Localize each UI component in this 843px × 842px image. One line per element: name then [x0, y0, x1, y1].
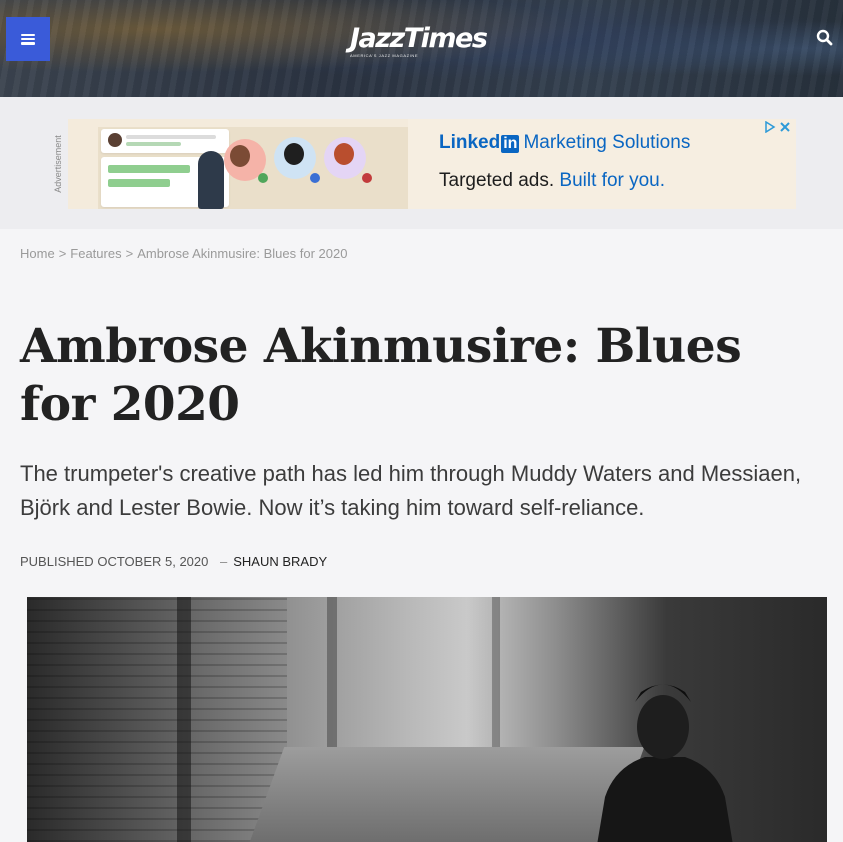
ad-side-label: Advertisement	[52, 135, 63, 193]
hamburger-icon	[21, 33, 35, 45]
logo-tagline: AMERICA'S JAZZ MAGAZINE	[350, 53, 419, 58]
article-title: Ambrose Akinmusire: Blues for 2020	[20, 319, 742, 432]
ad-choices-icon[interactable]	[764, 120, 792, 134]
published-label: PUBLISHED	[20, 554, 94, 569]
logo-wordmark: JazzTimes	[350, 23, 488, 54]
published-date: OCTOBER 5, 2020	[97, 554, 209, 569]
site-header: JazzTimes AMERICA'S JAZZ MAGAZINE	[0, 0, 843, 97]
site-logo[interactable]: JazzTimes AMERICA'S JAZZ MAGAZINE	[350, 23, 488, 59]
ad-choices[interactable]	[764, 120, 792, 136]
hero-photo	[27, 597, 827, 842]
linkedin-logo-icon: in	[501, 135, 520, 153]
ad-illustration	[98, 127, 408, 209]
breadcrumb-home[interactable]: Home	[20, 246, 55, 261]
search-icon	[816, 29, 833, 46]
author-link[interactable]: SHAUN BRADY	[233, 554, 327, 569]
breadcrumb: Home > Features > Ambrose Akinmusire: Blues …	[20, 246, 348, 261]
musician-figure	[597, 684, 733, 842]
breadcrumb-features[interactable]: Features	[70, 246, 121, 261]
article-dek: The trumpeter's creative path has led hi…	[20, 461, 802, 520]
ad-tagline: Targeted ads. Built for you.	[439, 170, 666, 191]
article-byline: PUBLISHED OCTOBER 5, 2020 – SHAUN BRADY	[20, 554, 328, 569]
ad-brand: Linked in Marketing Solutions	[439, 132, 691, 153]
breadcrumb-current: Ambrose Akinmusire: Blues for 2020	[137, 246, 348, 261]
search-button[interactable]	[816, 29, 834, 47]
linkedin-ad[interactable]: Linked in Marketing Solutions Targeted ads…	[68, 119, 796, 209]
menu-button[interactable]	[6, 17, 50, 61]
